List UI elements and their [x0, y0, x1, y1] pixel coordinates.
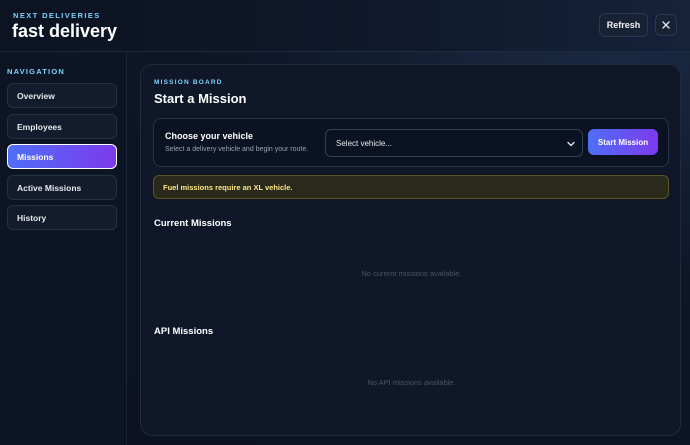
vehicle-card: Choose your vehicle Select a delivery ve…: [153, 118, 669, 167]
vehicle-card-title: Choose your vehicle: [165, 131, 254, 141]
mission-board-panel: MISSION BOARD Start a Mission Choose you…: [140, 64, 681, 436]
page-title: Start a Mission: [154, 91, 247, 106]
sidebar-item-employees[interactable]: Employees: [7, 114, 117, 139]
sidebar-item-label: History: [17, 212, 47, 223]
vehicle-card-subtitle: Select a delivery vehicle and begin your…: [165, 146, 309, 153]
sidebar-item-missions[interactable]: Missions: [7, 144, 117, 169]
sidebar-item-label: Active Missions: [17, 182, 82, 193]
sidebar-item-history[interactable]: History: [7, 205, 117, 230]
current-missions-title: Current Missions: [154, 218, 232, 229]
api-missions-title: API Missions: [154, 326, 214, 337]
panel-eyebrow: MISSION BOARD: [154, 79, 223, 86]
current-missions-empty: No current missions available.: [361, 269, 462, 278]
sidebar-item-overview[interactable]: Overview: [7, 83, 117, 108]
app-title: fast delivery: [12, 21, 118, 41]
sidebar-item-label: Employees: [17, 121, 62, 132]
nav-heading: NAVIGATION: [7, 67, 65, 76]
chevron-down-icon: [567, 141, 575, 147]
app-header: NEXT DELIVERIES fast delivery Refresh: [0, 0, 690, 52]
start-mission-button[interactable]: Start Mission: [588, 129, 658, 155]
close-icon: [662, 21, 670, 29]
api-missions-empty: No API missions available.: [367, 378, 456, 387]
app-window: NEXT DELIVERIES fast delivery Refresh NA…: [0, 0, 690, 445]
sidebar-item-active-missions[interactable]: Active Missions: [7, 175, 117, 200]
header-eyebrow: NEXT DELIVERIES: [13, 11, 101, 20]
fuel-alert: Fuel missions require an XL vehicle.: [153, 175, 669, 199]
refresh-button[interactable]: Refresh: [599, 13, 648, 37]
vehicle-select-value: Select vehicle...: [336, 138, 393, 148]
sidebar-item-label: Missions: [17, 151, 54, 162]
sidebar-item-label: Overview: [17, 90, 55, 101]
close-button[interactable]: [655, 14, 677, 36]
vehicle-select[interactable]: Select vehicle...: [325, 129, 583, 157]
sidebar: NAVIGATION Overview Employees Missions A…: [0, 52, 127, 445]
